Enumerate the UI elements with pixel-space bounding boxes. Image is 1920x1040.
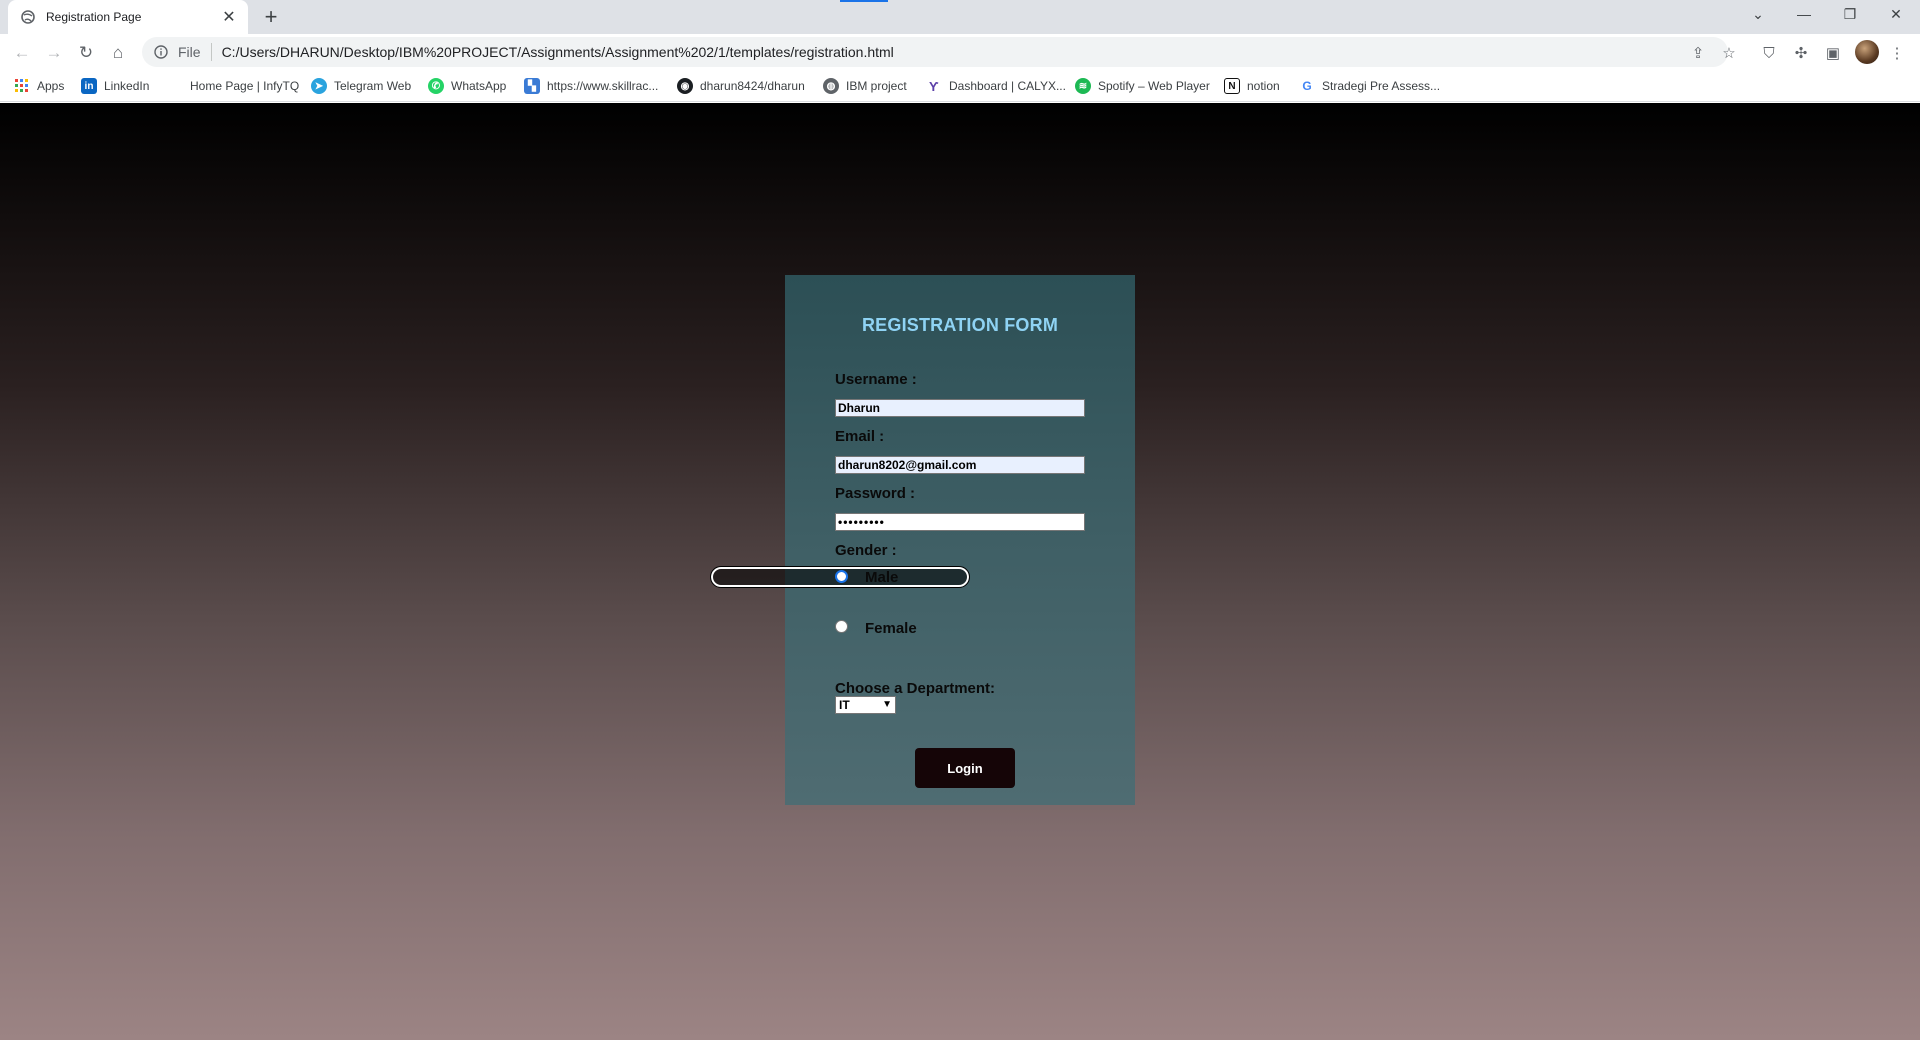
shield-extension-icon[interactable]: ⛉: [1758, 42, 1780, 64]
bookmark-calyx[interactable]: Ƴ Dashboard | CALYX...: [926, 78, 1066, 94]
extensions-puzzle-icon[interactable]: ✣: [1790, 42, 1812, 64]
male-radio[interactable]: [835, 570, 848, 583]
registration-card: REGISTRATION FORM Username : Dharun Emai…: [710, 275, 1135, 805]
login-button[interactable]: Login: [915, 748, 1015, 788]
bookmark-label: WhatsApp: [451, 79, 507, 93]
department-label: Choose a Department:: [835, 680, 996, 697]
bookmark-label: Spotify – Web Player: [1098, 79, 1210, 93]
forward-button[interactable]: →: [40, 39, 68, 67]
spotify-icon: ≋: [1075, 78, 1091, 94]
bookmark-infytq[interactable]: Home Page | InfyTQ: [167, 78, 299, 94]
calyx-icon: Ƴ: [928, 78, 939, 94]
bookmark-label: Apps: [37, 79, 65, 93]
bookmark-label: IBM project: [846, 79, 907, 93]
home-button[interactable]: ⌂: [104, 39, 132, 67]
bookmark-skillrack[interactable]: ▚ https://www.skillrac...: [524, 78, 658, 94]
bookmark-linkedin[interactable]: in LinkedIn: [81, 78, 149, 94]
tab-strip: Registration Page ✕ + ⌄ — ❐ ✕: [0, 0, 1920, 34]
google-icon: G: [1302, 79, 1312, 93]
globe-icon: ◍: [823, 78, 839, 94]
bookmark-label: Telegram Web: [334, 79, 412, 93]
tab-search-icon[interactable]: ⌄: [1736, 0, 1780, 28]
bookmark-label: dharun8424/dharun: [700, 79, 805, 93]
info-icon[interactable]: [152, 43, 170, 61]
tab-title: Registration Page: [46, 10, 142, 24]
close-tab-icon[interactable]: ✕: [220, 8, 238, 26]
url-text[interactable]: C:/Users/DHARUN/Desktop/IBM%20PROJECT/As…: [222, 44, 894, 60]
bookmark-label: LinkedIn: [104, 79, 150, 93]
username-label: Username :: [835, 371, 917, 388]
blank-icon: [167, 78, 183, 94]
tab-drag-indicator: [840, 0, 888, 2]
male-label[interactable]: Male: [865, 569, 898, 586]
bookmark-whatsapp[interactable]: ✆ WhatsApp: [428, 78, 506, 94]
bookmark-github[interactable]: ◉ dharun8424/dharun: [677, 78, 805, 94]
linkedin-icon: in: [81, 78, 97, 94]
skillrack-icon: ▚: [524, 78, 540, 94]
omnibox-divider: [210, 43, 212, 61]
back-button[interactable]: ←: [8, 39, 36, 67]
globe-icon: [20, 9, 36, 25]
female-label[interactable]: Female: [865, 620, 917, 637]
share-icon[interactable]: ⇪: [1687, 42, 1709, 64]
menu-kebab-icon[interactable]: ⋮: [1886, 42, 1908, 64]
bookmark-star-icon[interactable]: ☆: [1718, 42, 1740, 64]
department-select[interactable]: IT ▼: [835, 696, 896, 714]
gender-label: Gender :: [835, 542, 897, 559]
chevron-down-icon: ▼: [882, 699, 892, 710]
bookmark-label: https://www.skillrac...: [547, 79, 659, 93]
bookmark-spotify[interactable]: ≋ Spotify – Web Player: [1075, 78, 1210, 94]
password-label: Password :: [835, 485, 916, 502]
whatsapp-icon: ✆: [428, 78, 444, 94]
bookmark-apps[interactable]: Apps: [14, 78, 64, 94]
side-panel-icon[interactable]: ▣: [1822, 42, 1844, 64]
reload-button[interactable]: ↻: [72, 39, 100, 67]
bookmark-telegram[interactable]: ➤ Telegram Web: [311, 78, 411, 94]
address-bar[interactable]: File C:/Users/DHARUN/Desktop/IBM%20PROJE…: [142, 37, 1728, 67]
password-input[interactable]: •••••••••: [835, 513, 1085, 531]
apps-grid-icon: [14, 78, 30, 94]
form-title: REGISTRATION FORM: [861, 315, 1059, 335]
bookmark-stradegi[interactable]: G Stradegi Pre Assess...: [1299, 78, 1440, 94]
bookmark-label: Stradegi Pre Assess...: [1322, 79, 1441, 93]
github-icon: ◉: [677, 78, 693, 94]
email-label: Email :: [835, 428, 885, 445]
new-tab-button[interactable]: +: [258, 4, 284, 30]
department-selected-value: IT: [839, 698, 850, 712]
bookmark-label: notion: [1247, 79, 1280, 93]
female-radio[interactable]: [835, 620, 848, 633]
bookmark-ibm-project[interactable]: ◍ IBM project: [823, 78, 907, 94]
bookmarks-bar: Apps in LinkedIn Home Page | InfyTQ ➤ Te…: [0, 71, 1920, 102]
bookmark-label: Dashboard | CALYX...: [949, 79, 1066, 93]
bookmark-notion[interactable]: N notion: [1224, 78, 1280, 94]
restore-button[interactable]: ❐: [1828, 0, 1872, 28]
tab-registration-page[interactable]: Registration Page ✕: [8, 0, 248, 34]
close-window-button[interactable]: ✕: [1874, 0, 1918, 28]
profile-avatar[interactable]: [1855, 40, 1879, 64]
browser-toolbar: ← → ↻ ⌂ File C:/Users/DHARUN/Desktop/IBM…: [0, 34, 1920, 71]
bookmark-label: Home Page | InfyTQ: [190, 79, 300, 93]
telegram-icon: ➤: [311, 78, 327, 94]
scheme-label: File: [178, 44, 201, 60]
page-viewport: REGISTRATION FORM Username : Dharun Emai…: [0, 103, 1920, 1040]
username-input[interactable]: Dharun: [835, 399, 1085, 417]
minimize-button[interactable]: —: [1782, 0, 1826, 28]
notion-icon: N: [1224, 78, 1240, 94]
email-input[interactable]: dharun8202@gmail.com: [835, 456, 1085, 474]
